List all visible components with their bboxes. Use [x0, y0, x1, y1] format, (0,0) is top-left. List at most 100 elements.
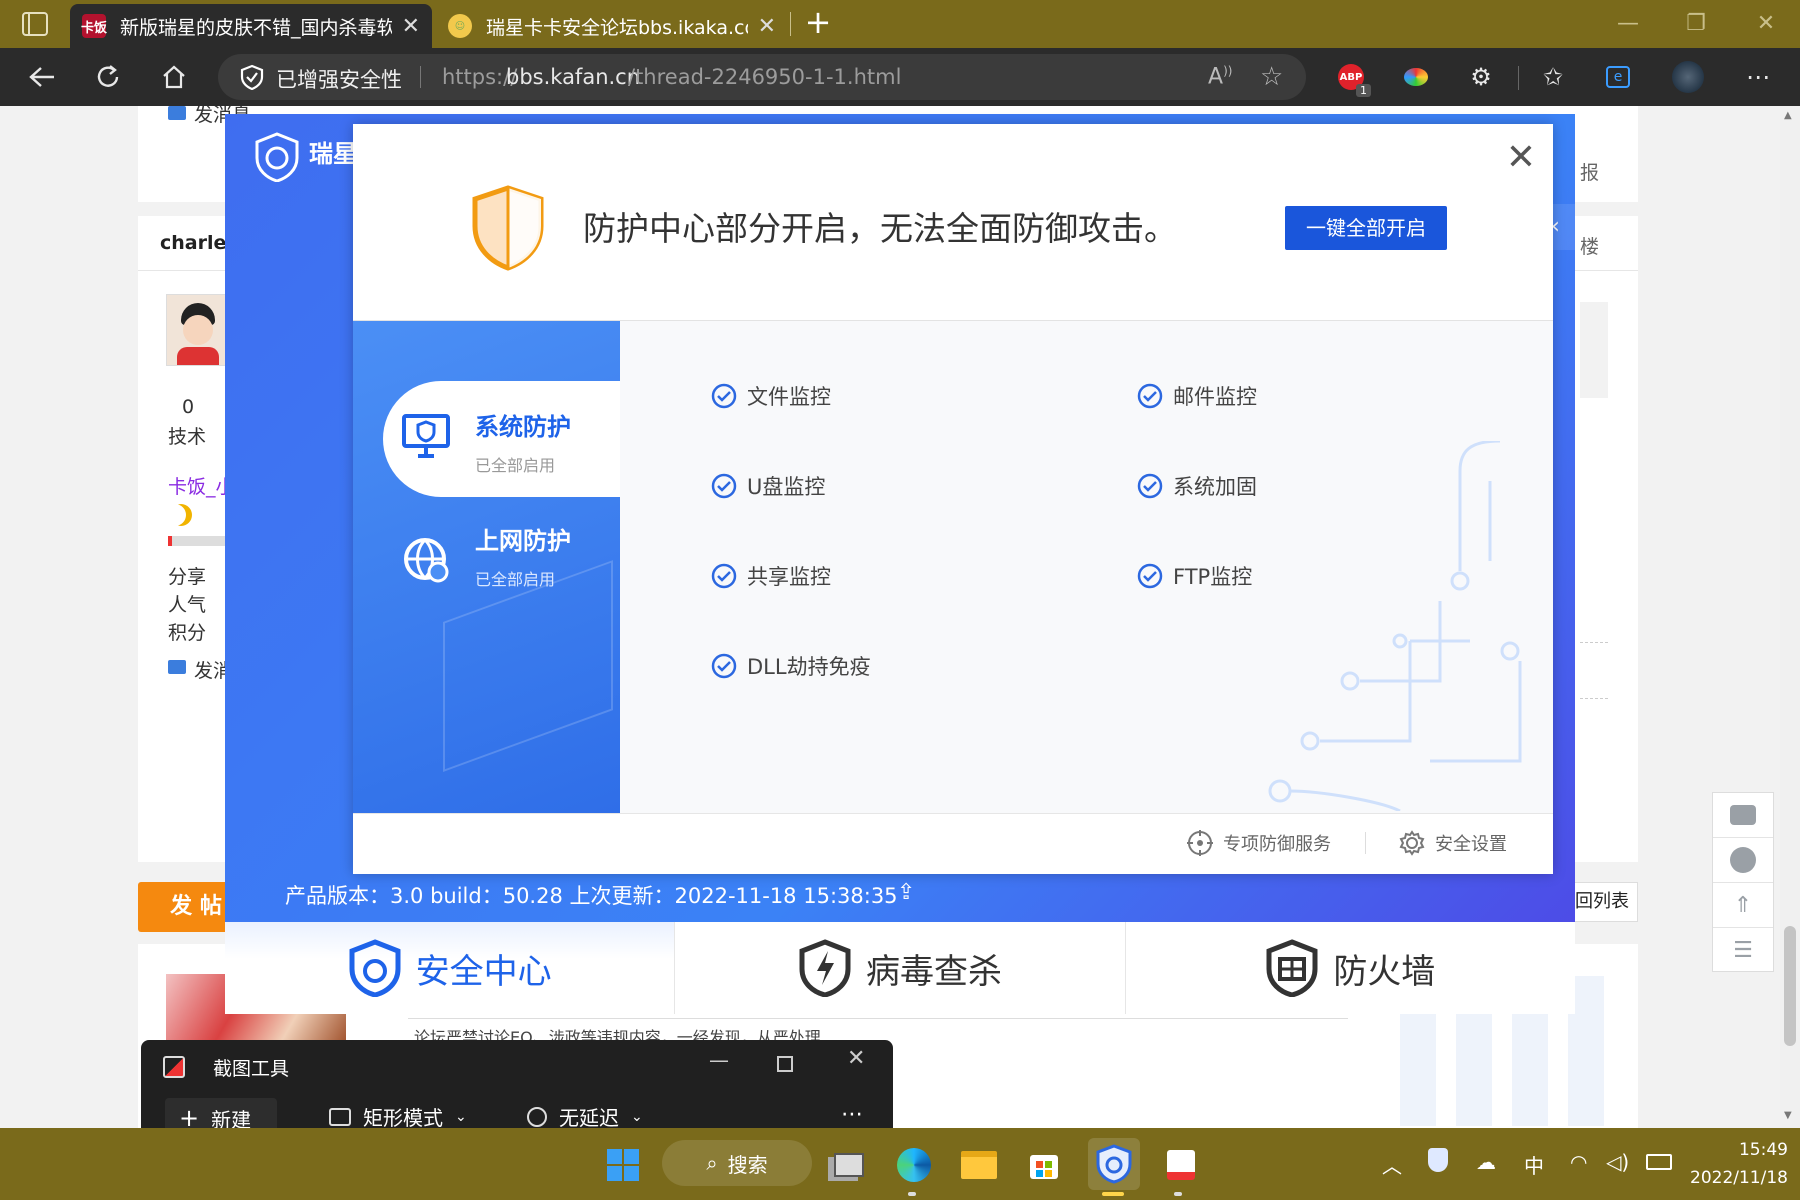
volume-icon[interactable]: ◁)	[1606, 1150, 1629, 1174]
rising-taskbar-icon[interactable]	[1088, 1138, 1140, 1190]
close-tab-icon[interactable]: ✕	[758, 14, 776, 39]
add-favorite-icon[interactable]: ☆	[1260, 62, 1283, 92]
tab-label: 防火墙	[1333, 951, 1436, 992]
taskbar-search[interactable]: ⌕ 搜索	[662, 1140, 812, 1186]
url-path[interactable]: /thread-2246950-1-1.html	[628, 65, 901, 89]
store-icon[interactable]	[1023, 1144, 1065, 1186]
tab-security-center[interactable]: 安全中心	[225, 922, 676, 1014]
reply-icon[interactable]	[1713, 838, 1773, 883]
shield-lock-icon[interactable]	[240, 64, 264, 90]
browser-toolbar: 已增强安全性 https:// bbs.kafan.cn /thread-224…	[0, 48, 1800, 106]
service-label: 专项防御服务	[1223, 834, 1331, 855]
battery-icon[interactable]	[1646, 1154, 1672, 1170]
tab-label: 安全中心	[415, 951, 552, 992]
tab-kafan[interactable]: 卡饭 新版瑞星的皮肤不错_国内杀毒软 ✕	[70, 4, 432, 48]
check-circle-icon	[1137, 473, 1163, 499]
onedrive-icon[interactable]: ☁	[1476, 1150, 1496, 1174]
back-list-label: 回列表	[1575, 891, 1629, 912]
list-icon[interactable]: ☰	[1713, 928, 1773, 972]
browser-tab-bar: 卡饭 新版瑞星的皮肤不错_国内杀毒软 ✕ ☺ 瑞星卡卡安全论坛bbs.ikaka…	[0, 0, 1800, 48]
tab-firewall[interactable]: 防火墙	[1126, 922, 1575, 1014]
comment-icon[interactable]	[1713, 793, 1773, 838]
circuit-decoration	[1260, 441, 1550, 811]
feature-label: 文件监控	[747, 385, 831, 409]
new-tab-icon[interactable]: +	[802, 6, 834, 38]
update-icon[interactable]: ⇪	[897, 880, 915, 905]
scroll-down-icon[interactable]: ▼	[1784, 1110, 1792, 1121]
check-circle-icon	[1137, 563, 1163, 589]
snip-delay-dropdown[interactable]: 无延迟 ⌄	[527, 1102, 643, 1131]
report-link[interactable]: 报	[1580, 158, 1599, 185]
tab-ikaka[interactable]: ☺ 瑞星卡卡安全论坛bbs.ikaka.com ✕	[436, 4, 788, 48]
snipping-taskbar-icon[interactable]	[1160, 1144, 1202, 1186]
collapse-arrow-icon[interactable]: ‹	[1551, 204, 1575, 250]
restore-icon[interactable]: ❐	[1670, 8, 1722, 40]
home-icon[interactable]	[156, 59, 192, 95]
system-clock[interactable]: 15:49 2022/11/18	[1690, 1136, 1788, 1192]
adblock-extension-icon[interactable]: ABP 1	[1333, 59, 1371, 97]
back-icon[interactable]	[24, 59, 60, 95]
level-progress	[168, 536, 228, 546]
favorites-icon[interactable]: ✩	[1535, 59, 1571, 95]
scroll-up-icon[interactable]: ▲	[1784, 110, 1792, 121]
nav-title: 上网防护	[475, 527, 571, 555]
feature-share-monitor[interactable]: 共享监控	[711, 561, 831, 591]
dialog-close-icon[interactable]: ✕	[1501, 138, 1541, 178]
scroll-thumb[interactable]	[1784, 926, 1796, 1046]
url-host[interactable]: bbs.kafan.cn	[506, 65, 640, 89]
start-icon[interactable]	[602, 1144, 644, 1186]
page-scrollbar[interactable]: ▲ ▼	[1780, 106, 1800, 1128]
user-avatar[interactable]	[166, 294, 228, 366]
profile-avatar[interactable]	[1670, 59, 1706, 95]
post-button-label: 发 帖	[170, 894, 222, 919]
snip-more-icon[interactable]: ⋯	[841, 1102, 863, 1127]
special-defense-service-link[interactable]: 专项防御服务	[1187, 830, 1331, 856]
snip-mode-dropdown[interactable]: 矩形模式 ⌄	[329, 1102, 467, 1131]
wifi-icon[interactable]: ◠	[1570, 1150, 1587, 1174]
rising-lion-logo-icon	[255, 132, 299, 182]
feature-usb-monitor[interactable]: U盘监控	[711, 471, 825, 501]
tab-virus-scan[interactable]: 病毒查杀	[675, 922, 1126, 1014]
window-close-icon[interactable]: ✕	[1740, 8, 1792, 40]
security-label[interactable]: 已增强安全性	[276, 64, 402, 94]
file-explorer-icon[interactable]	[958, 1144, 1000, 1186]
address-bar[interactable]: 已增强安全性 https:// bbs.kafan.cn /thread-224…	[218, 54, 1306, 100]
feature-dll-immunity[interactable]: DLL劫持免疫	[711, 651, 871, 681]
collections-icon[interactable]: e	[1600, 59, 1636, 95]
feature-label: FTP监控	[1173, 565, 1253, 589]
snip-close-icon[interactable]: ✕	[847, 1046, 865, 1071]
side-toolbar: ⇑ ☰	[1712, 792, 1774, 972]
refresh-icon[interactable]	[90, 59, 126, 95]
back-list-button[interactable]: 回列表	[1566, 882, 1638, 922]
back-to-top-icon[interactable]: ⇑	[1713, 883, 1773, 928]
color-extension-icon[interactable]	[1398, 59, 1434, 95]
feature-system-hardening[interactable]: 系统加固	[1137, 471, 1257, 501]
feature-ftp-monitor[interactable]: FTP监控	[1137, 561, 1252, 591]
task-view-icon[interactable]	[828, 1144, 870, 1186]
minimize-icon[interactable]: —	[1602, 8, 1654, 40]
extensions-icon[interactable]: ⚙	[1463, 59, 1499, 95]
nav-title: 系统防护	[475, 413, 571, 441]
feature-label: 共享监控	[747, 565, 831, 589]
tab-title: 瑞星卡卡安全论坛bbs.ikaka.com	[486, 16, 748, 39]
enable-all-button[interactable]: 一键全部开启	[1285, 206, 1447, 250]
show-hidden-icons[interactable]: ︿	[1382, 1150, 1402, 1179]
close-tab-icon[interactable]: ✕	[402, 14, 420, 39]
tab-actions-icon[interactable]	[22, 12, 48, 36]
rectangle-icon	[329, 1107, 351, 1126]
rising-tray-icon[interactable]	[1428, 1148, 1448, 1172]
feature-label: 邮件监控	[1173, 385, 1257, 409]
security-settings-link[interactable]: 安全设置	[1399, 830, 1507, 856]
more-menu-icon[interactable]: ⋯	[1740, 59, 1776, 95]
snip-maximize-icon[interactable]	[777, 1056, 793, 1072]
feature-mail-monitor[interactable]: 邮件监控	[1137, 381, 1257, 411]
nav-system-protection[interactable]: 系统防护 已全部启用	[383, 381, 620, 497]
feature-file-monitor[interactable]: 文件监控	[711, 381, 831, 411]
edge-icon[interactable]	[893, 1144, 935, 1186]
protection-nav: 系统防护 已全部启用 上网防护 已全部启用	[353, 321, 620, 813]
rising-bottom-tabs: 安全中心 病毒查杀 防火墙	[225, 922, 1575, 1014]
read-aloud-icon[interactable]: A))	[1208, 64, 1232, 89]
tab-title: 新版瑞星的皮肤不错_国内杀毒软	[120, 16, 392, 39]
snip-minimize-icon[interactable]: —	[709, 1048, 729, 1072]
ime-indicator[interactable]: 中	[1524, 1150, 1544, 1179]
